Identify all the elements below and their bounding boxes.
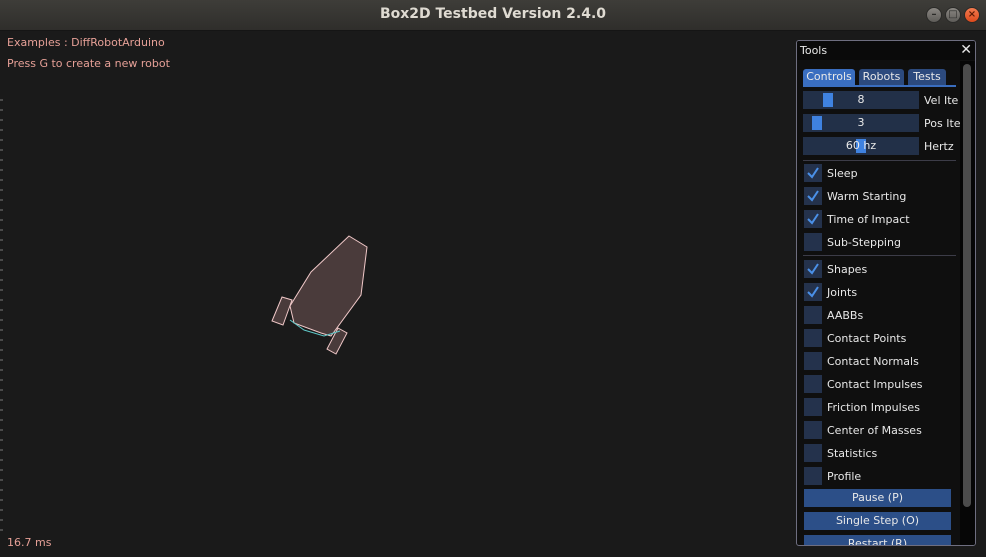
friction-impulses-checkbox[interactable] [804,398,822,416]
tools-title: Tools [800,44,828,57]
profile-label: Profile [827,470,862,483]
pause-button[interactable]: Pause (P) [804,489,951,507]
contact-normals-label: Contact Normals [827,355,919,368]
warm-starting-label: Warm Starting [827,190,907,203]
title-bar[interactable]: – □ × Box2D Testbed Version 2.4.0 [0,0,986,31]
center-of-masses-label: Center of Masses [827,424,922,437]
checkmark-icon [807,213,819,225]
profile-checkbox[interactable] [804,467,822,485]
vel-iterations-slider[interactable]: 8 [803,91,919,109]
example-name-text: Examples : DiffRobotArduino [7,36,165,49]
aabbs-checkbox[interactable] [804,306,822,324]
tab-controls[interactable]: Controls [803,69,855,85]
robot-wheel-left [271,296,293,326]
checkmark-icon [807,167,819,179]
slider-value: 3 [857,116,865,129]
hertz-slider[interactable]: 60 hz [803,137,919,155]
close-icon[interactable]: ✕ [960,41,972,59]
hint-text: Press G to create a new robot [7,57,170,70]
slider-value: 8 [857,93,865,106]
sub-stepping-checkbox[interactable] [804,233,822,251]
left-edge-artifact [0,91,3,531]
tab-tests[interactable]: Tests [908,69,946,85]
tools-header[interactable]: Tools ✕ [797,41,975,60]
slider-label: Pos Ite [924,117,961,130]
robot-chassis [289,235,368,337]
single-step-button[interactable]: Single Step (O) [804,512,951,530]
contact-points-checkbox[interactable] [804,329,822,347]
separator [803,255,956,256]
joints-label: Joints [827,286,858,299]
aabbs-label: AABBs [827,309,864,322]
statistics-label: Statistics [827,447,878,460]
robot-body-shape [271,235,368,355]
slider-grab[interactable] [812,116,822,130]
warm-starting-checkbox[interactable] [804,187,822,205]
sleep-label: Sleep [827,167,858,180]
tab-robots[interactable]: Robots [859,69,904,85]
slider-label: Vel Ite [924,94,959,107]
tools-panel[interactable]: Tools ✕ Controls Robots Tests 8 Vel Ite … [796,40,976,546]
sub-stepping-label: Sub-Stepping [827,236,901,249]
statistics-checkbox[interactable] [804,444,822,462]
friction-impulses-label: Friction Impulses [827,401,920,414]
center-of-masses-checkbox[interactable] [804,421,822,439]
sleep-checkbox[interactable] [804,164,822,182]
time-of-impact-checkbox[interactable] [804,210,822,228]
pos-iterations-slider[interactable]: 3 [803,114,919,132]
separator [803,160,956,161]
tab-underline [803,85,956,87]
shapes-checkbox[interactable] [804,260,822,278]
slider-grab[interactable] [823,93,833,107]
checkmark-icon [807,286,819,298]
tools-scrollbar[interactable] [960,61,975,545]
shapes-label: Shapes [827,263,868,276]
scrollbar-grab[interactable] [963,64,971,507]
contact-normals-checkbox[interactable] [804,352,822,370]
frame-time-text: 16.7 ms [7,536,52,549]
contact-points-label: Contact Points [827,332,907,345]
restart-button[interactable]: Restart (R) [804,535,951,545]
checkmark-icon [807,263,819,275]
contact-impulses-checkbox[interactable] [804,375,822,393]
window-title: Box2D Testbed Version 2.4.0 [379,6,607,22]
time-of-impact-label: Time of Impact [827,213,910,226]
slider-value: 60 hz [845,139,877,152]
contact-impulses-label: Contact Impulses [827,378,923,391]
joints-checkbox[interactable] [804,283,822,301]
slider-label: Hertz [924,140,954,153]
checkmark-icon [807,190,819,202]
